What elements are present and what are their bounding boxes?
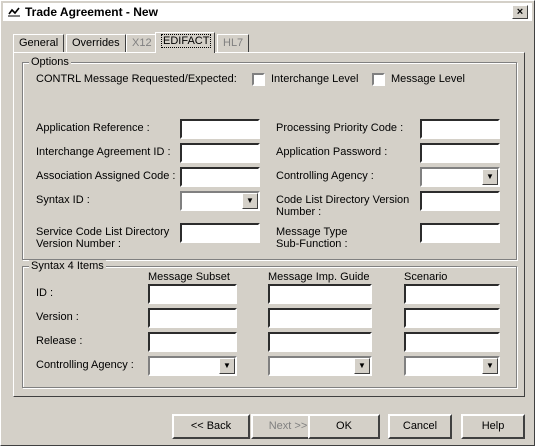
service-code-list-label-line1: Service Code List Directory [36,226,170,238]
service-code-list-input[interactable] [180,223,260,243]
syntax4-release-label: Release : [36,335,83,347]
syntax4-id-label: ID : [36,287,54,299]
syntax-id-combo[interactable]: ▼ [180,191,260,211]
syntax-id-label: Syntax ID : [36,194,90,206]
interchange-level-label: Interchange Level [271,73,359,85]
agency-message-subset-combo[interactable]: ▼ [148,356,237,376]
options-legend: Options [29,56,71,68]
tab-hl7: HL7 [217,34,250,52]
application-password-label: Application Password : [276,146,388,158]
interchange-agreement-id-label: Interchange Agreement ID : [36,146,171,158]
controlling-agency-label: Controlling Agency : [276,170,374,182]
edifact-panel: Options CONTRL Message Requested/Expecte… [13,52,525,397]
processing-priority-code-label: Processing Priority Code : [276,122,404,134]
column-header-message-imp-guide: Message Imp. Guide [268,271,370,283]
syntax4-controlling-agency-label: Controlling Agency : [36,359,134,371]
contrl-label: CONTRL Message Requested/Expected: [36,73,237,85]
id-message-subset-input[interactable] [148,284,237,304]
controlling-agency-combo[interactable]: ▼ [420,167,500,187]
dropdown-arrow-icon[interactable]: ▼ [482,169,498,185]
title-bar: Trade Agreement - New × [3,3,532,21]
dropdown-arrow-icon[interactable]: ▼ [354,358,370,374]
code-list-version-label-line1: Code List Directory Version [276,194,410,206]
code-list-version-input[interactable] [420,191,500,211]
release-scenario-input[interactable] [404,332,500,352]
cancel-button[interactable]: Cancel [388,414,452,439]
dropdown-arrow-icon[interactable]: ▼ [242,193,258,209]
dropdown-arrow-icon[interactable]: ▼ [482,358,498,374]
version-scenario-input[interactable] [404,308,500,328]
tab-edifact-label: EDIFACT [161,34,212,48]
interchange-agreement-id-input[interactable] [180,143,260,163]
application-password-input[interactable] [420,143,500,163]
agency-message-imp-guide-combo[interactable]: ▼ [268,356,372,376]
version-message-subset-input[interactable] [148,308,237,328]
release-message-subset-input[interactable] [148,332,237,352]
app-icon [8,7,20,17]
message-level-checkbox[interactable] [372,73,385,86]
message-type-label-line2: Sub-Function : [276,238,348,250]
options-group: Options CONTRL Message Requested/Expecte… [22,56,517,260]
processing-priority-code-input[interactable] [420,119,500,139]
code-list-version-label-line2: Number : [276,206,322,218]
message-level-label: Message Level [391,73,465,85]
window-title: Trade Agreement - New [25,5,158,19]
tab-edifact[interactable]: EDIFACT [155,32,215,53]
service-code-list-label-line2: Version Number : [36,238,121,250]
close-button[interactable]: × [512,5,528,19]
message-type-label-line1: Message Type [276,226,348,238]
association-assigned-code-input[interactable] [180,167,260,187]
back-button[interactable]: << Back [172,414,250,439]
id-scenario-input[interactable] [404,284,500,304]
ok-button[interactable]: OK [308,414,380,439]
syntax4-legend: Syntax 4 Items [29,260,106,272]
message-type-subfunction-input[interactable] [420,223,500,243]
application-reference-label: Application Reference : [36,122,150,134]
column-header-scenario: Scenario [404,271,448,283]
association-assigned-code-label: Association Assigned Code : [36,170,176,182]
syntax4-version-label: Version : [36,311,79,323]
dropdown-arrow-icon[interactable]: ▼ [219,358,235,374]
interchange-level-checkbox[interactable] [252,73,265,86]
release-message-imp-guide-input[interactable] [268,332,372,352]
help-button[interactable]: Help [461,414,525,439]
tab-overrides[interactable]: Overrides [66,34,126,52]
tab-x12: X12 [126,34,158,52]
id-message-imp-guide-input[interactable] [268,284,372,304]
tab-general[interactable]: General [13,34,65,52]
syntax4-group: Syntax 4 Items Message Subset Message Im… [22,260,517,388]
agency-scenario-combo[interactable]: ▼ [404,356,500,376]
version-message-imp-guide-input[interactable] [268,308,372,328]
application-reference-input[interactable] [180,119,260,139]
trade-agreement-window: Trade Agreement - New × General Override… [0,0,535,446]
column-header-message-subset: Message Subset [148,271,230,283]
